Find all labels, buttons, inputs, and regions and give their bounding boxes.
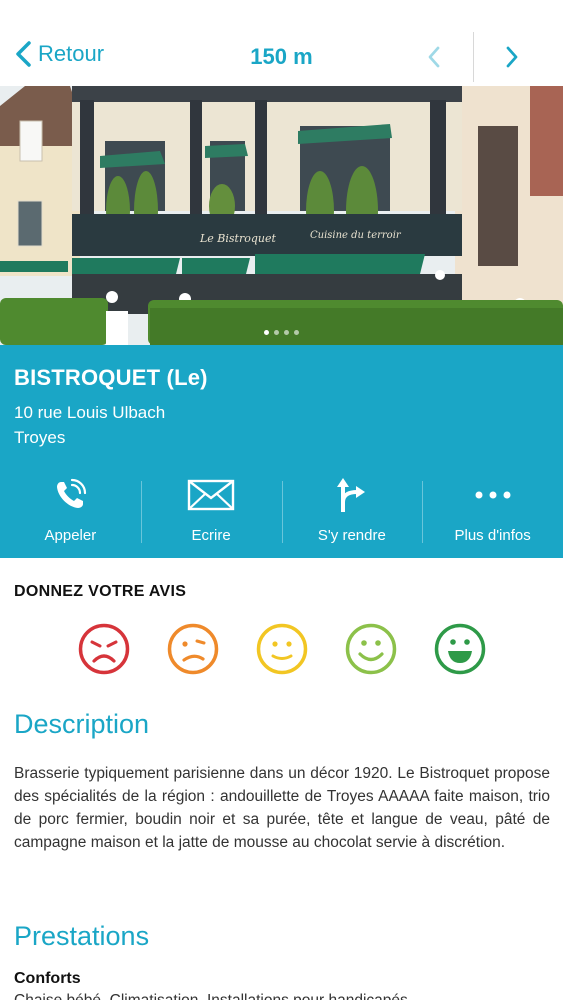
place-name: BISTROQUET (Le): [14, 365, 208, 390]
unhappy-face-icon[interactable]: [167, 623, 219, 675]
gallery-dot[interactable]: [264, 330, 269, 335]
distance-label: 150 m: [250, 44, 313, 69]
rating-title: DONNEZ VOTRE AVIS: [14, 583, 187, 600]
call-button[interactable]: Appeler: [0, 473, 141, 553]
envelope-icon: [187, 479, 235, 511]
conforts-label: Conforts: [14, 970, 81, 987]
directions-icon: [336, 478, 365, 512]
conforts-text: Chaise bébé, Climatisation, Installation…: [14, 992, 408, 1000]
phone-icon: [57, 478, 87, 508]
more-info-label: Plus d'infos: [454, 527, 531, 544]
gallery-dot[interactable]: [274, 330, 279, 335]
address-street: 10 rue Louis Ulbach: [14, 403, 166, 422]
chevron-right-icon: [506, 46, 518, 68]
prestations-title: Prestations: [14, 921, 150, 951]
more-dots-icon: [475, 491, 511, 499]
svg-text:Le Bistroquet: Le Bistroquet: [199, 232, 276, 245]
write-label: Ecrire: [191, 527, 231, 544]
svg-text:Cuisine du terroir: Cuisine du terroir: [310, 230, 402, 241]
neutral-face-icon[interactable]: [256, 623, 308, 675]
nav-divider: [473, 32, 474, 82]
next-item-button[interactable]: [498, 42, 526, 72]
description-text: Brasserie typiquement parisienne dans un…: [14, 765, 550, 851]
top-bar: Retour 150 m: [0, 0, 563, 86]
gallery-dot[interactable]: [294, 330, 299, 335]
chevron-left-icon: [428, 46, 440, 68]
happy-face-icon[interactable]: [345, 623, 397, 675]
action-bar: Appeler Ecrire S'y rendre Plus d'infos: [0, 473, 563, 553]
very-unhappy-face-icon[interactable]: [78, 623, 130, 675]
address-city: Troyes: [14, 428, 66, 447]
place-info-band: BISTROQUET (Le) 10 rue Louis Ulbach Troy…: [0, 345, 563, 558]
restaurant-photo[interactable]: Le Bistroquet Cuisine du terroir: [0, 86, 563, 345]
call-label: Appeler: [44, 527, 97, 544]
back-button[interactable]: Retour: [14, 40, 104, 68]
gallery-dot[interactable]: [284, 330, 289, 335]
previous-item-button[interactable]: [420, 42, 448, 72]
description-title: Description: [14, 709, 150, 739]
rating-faces: [78, 623, 486, 675]
gallery-pagination: [0, 330, 563, 335]
very-happy-face-icon[interactable]: [434, 623, 486, 675]
directions-label: S'y rendre: [317, 527, 386, 544]
more-info-button[interactable]: Plus d'infos: [422, 473, 563, 553]
directions-button[interactable]: S'y rendre: [281, 473, 423, 553]
chevron-left-icon: [16, 41, 31, 67]
write-button[interactable]: Ecrire: [140, 473, 282, 553]
place-address: 10 rue Louis Ulbach Troyes: [14, 400, 165, 450]
back-label: Retour: [38, 41, 105, 66]
